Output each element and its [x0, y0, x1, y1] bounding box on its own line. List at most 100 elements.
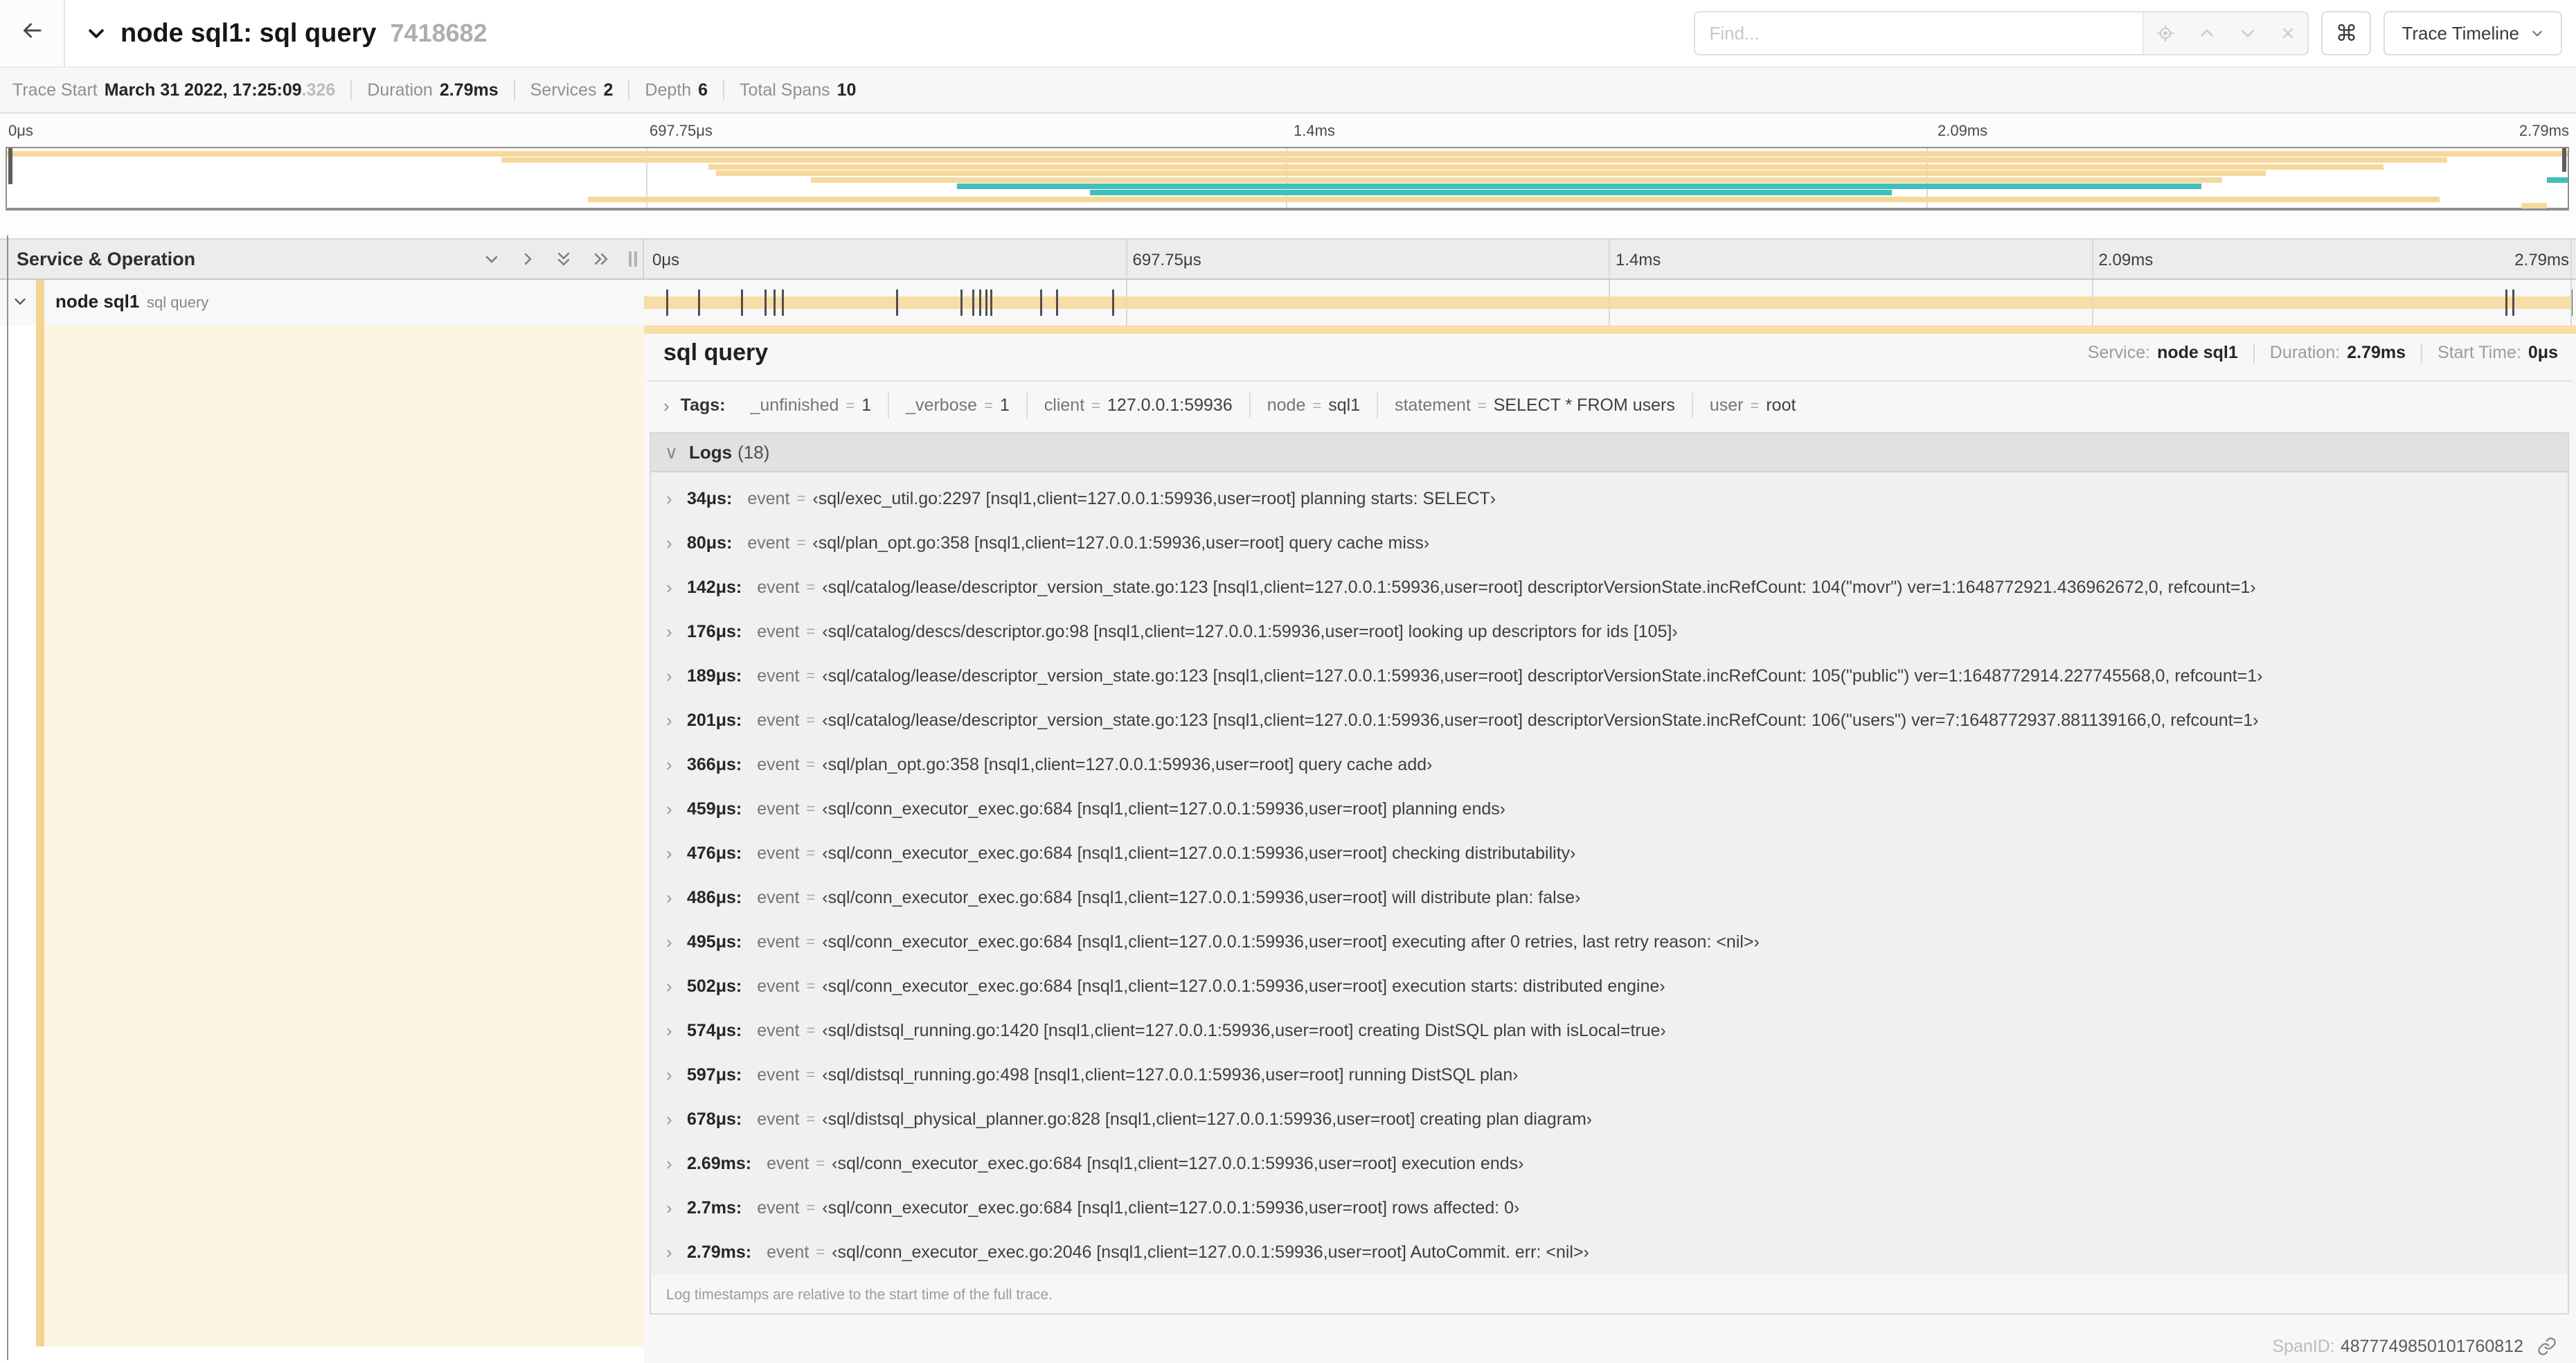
- log-marker-tick[interactable]: [972, 289, 974, 316]
- range-scrubber-left-handle[interactable]: [8, 148, 12, 184]
- log-chevron-right-icon[interactable]: ›: [666, 621, 687, 643]
- log-row[interactable]: › 678μs: event = ‹sql/distsql_physical_plann…: [651, 1097, 2568, 1141]
- log-row[interactable]: › 34μs: event = ‹sql/exec_util.go:2297 [nsql…: [651, 476, 2568, 521]
- log-row[interactable]: › 502μs: event = ‹sql/conn_executor_exec.go:…: [651, 964, 2568, 1008]
- expand-one-icon[interactable]: [519, 251, 536, 267]
- log-row[interactable]: › 2.7ms: event = ‹sql/conn_executor_exec.go:…: [651, 1186, 2568, 1230]
- tags-accordion[interactable]: › Tags: _unfinished = 1 _verbose = 1 client = 12…: [663, 393, 2572, 418]
- locate-icon[interactable]: [2156, 24, 2175, 43]
- log-field-value: ‹sql/conn_executor_exec.go:684 [nsql1,cl…: [822, 932, 1760, 952]
- log-marker-tick[interactable]: [895, 289, 898, 316]
- log-chevron-right-icon[interactable]: ›: [666, 1242, 687, 1263]
- collapse-all-icon[interactable]: [555, 249, 572, 269]
- log-marker-tick[interactable]: [960, 289, 963, 316]
- logs-chevron-down-icon[interactable]: ∨: [665, 443, 678, 461]
- log-chevron-right-icon[interactable]: ›: [666, 754, 687, 776]
- log-marker-tick[interactable]: [2505, 289, 2507, 316]
- find-next-icon[interactable]: [2239, 24, 2257, 42]
- log-chevron-right-icon[interactable]: ›: [666, 887, 687, 909]
- log-marker-tick[interactable]: [741, 289, 743, 316]
- find-prev-icon[interactable]: [2198, 24, 2216, 42]
- log-chevron-right-icon[interactable]: ›: [666, 577, 687, 598]
- service-meta-label: Service:: [2087, 343, 2151, 362]
- keyboard-shortcuts-button[interactable]: ⌘: [2321, 11, 2372, 55]
- log-marker-tick[interactable]: [985, 289, 987, 316]
- log-chevron-right-icon[interactable]: ›: [666, 488, 687, 510]
- log-marker-tick[interactable]: [1040, 289, 1042, 316]
- log-row[interactable]: › 366μs: event = ‹sql/plan_opt.go:358 [nsql1…: [651, 742, 2568, 787]
- log-field-value: ‹sql/catalog/lease/descriptor_version_st…: [822, 577, 2256, 597]
- back-button[interactable]: [0, 0, 65, 66]
- log-timestamp: 34μs:: [687, 488, 733, 508]
- log-marker-tick[interactable]: [979, 289, 981, 316]
- span-collapse-chevron-icon[interactable]: [12, 294, 28, 309]
- stat-divider: [628, 80, 630, 100]
- log-row[interactable]: › 142μs: event = ‹sql/catalog/lease/descript…: [651, 565, 2568, 609]
- minimap-canvas[interactable]: [6, 147, 2569, 211]
- link-icon[interactable]: [2537, 1337, 2557, 1356]
- log-row[interactable]: › 486μs: event = ‹sql/conn_executor_exec.go:…: [651, 875, 2568, 920]
- log-marker-tick[interactable]: [764, 289, 767, 316]
- log-timestamp: 495μs:: [687, 932, 742, 952]
- stat-label: Total Spans: [740, 80, 830, 100]
- clear-find-icon[interactable]: [2280, 25, 2296, 42]
- log-chevron-right-icon[interactable]: ›: [666, 1109, 687, 1130]
- log-marker-tick[interactable]: [782, 289, 784, 316]
- log-field-value: ‹sql/conn_executor_exec.go:684 [nsql1,cl…: [822, 843, 1576, 863]
- log-row[interactable]: › 459μs: event = ‹sql/conn_executor_exec.go:…: [651, 787, 2568, 831]
- span-duration-bar[interactable]: [644, 296, 2572, 309]
- log-chevron-right-icon[interactable]: ›: [666, 843, 687, 864]
- stat-item: Total Spans 10: [740, 80, 856, 100]
- detail-operation-title: sql query: [663, 339, 769, 366]
- log-marker-tick[interactable]: [990, 289, 992, 316]
- log-marker-tick[interactable]: [665, 289, 668, 316]
- log-row[interactable]: › 201μs: event = ‹sql/catalog/lease/descript…: [651, 698, 2568, 742]
- find-input[interactable]: [1695, 12, 2143, 54]
- log-marker-tick[interactable]: [1112, 289, 1114, 316]
- column-resizer-grip[interactable]: [629, 251, 637, 267]
- log-field-value: ‹sql/distsql_physical_planner.go:828 [ns…: [822, 1109, 1593, 1129]
- minimap-span-bar: [811, 177, 2222, 183]
- log-chevron-right-icon[interactable]: ›: [666, 1064, 687, 1086]
- log-row[interactable]: › 2.79ms: event = ‹sql/conn_executor_exec.go…: [651, 1230, 2568, 1274]
- span-row-name-cell[interactable]: node sql1 sql query: [0, 280, 644, 326]
- spanid-footer: SpanID: 4877749850101760812: [644, 1327, 2576, 1363]
- log-field-name: event: [757, 799, 800, 819]
- log-row[interactable]: › 189μs: event = ‹sql/catalog/lease/descript…: [651, 654, 2568, 698]
- log-chevron-right-icon[interactable]: ›: [666, 976, 687, 997]
- span-row-timeline-cell[interactable]: [644, 280, 2576, 326]
- log-row[interactable]: › 495μs: event = ‹sql/conn_executor_exec.go:…: [651, 920, 2568, 964]
- span-row[interactable]: node sql1 sql query: [0, 280, 2576, 326]
- log-row[interactable]: › 2.69ms: event = ‹sql/conn_executor_exec.go…: [651, 1141, 2568, 1186]
- log-marker-tick[interactable]: [698, 289, 700, 316]
- log-chevron-right-icon[interactable]: ›: [666, 1020, 687, 1042]
- log-chevron-right-icon[interactable]: ›: [666, 1153, 687, 1175]
- log-chevron-right-icon[interactable]: ›: [666, 799, 687, 820]
- log-chevron-right-icon[interactable]: ›: [666, 932, 687, 953]
- log-chevron-right-icon[interactable]: ›: [666, 666, 687, 687]
- view-mode-dropdown[interactable]: Trace Timeline: [2383, 11, 2562, 55]
- log-row[interactable]: › 176μs: event = ‹sql/catalog/descs/descript…: [651, 609, 2568, 654]
- range-scrubber-right-handle[interactable]: [2562, 148, 2566, 172]
- logs-header[interactable]: ∨ Logs (18): [651, 434, 2568, 472]
- log-chevron-right-icon[interactable]: ›: [666, 1197, 687, 1219]
- expand-all-icon[interactable]: [591, 251, 611, 267]
- tags-chevron-right-icon[interactable]: ›: [663, 397, 670, 415]
- collapse-one-icon[interactable]: [483, 251, 500, 267]
- log-timestamp: 502μs:: [687, 976, 742, 996]
- row-scroll-indicator[interactable]: [7, 235, 8, 1360]
- log-row[interactable]: › 476μs: event = ‹sql/conn_executor_exec.go:…: [651, 831, 2568, 875]
- log-marker-tick[interactable]: [773, 289, 776, 316]
- tag-key: _verbose: [906, 395, 978, 415]
- log-marker-tick[interactable]: [1056, 289, 1058, 316]
- tick-label: 697.75μs: [650, 122, 713, 139]
- log-chevron-right-icon[interactable]: ›: [666, 533, 687, 554]
- duration-meta-value: 2.79ms: [2347, 343, 2406, 362]
- log-row[interactable]: › 80μs: event = ‹sql/plan_opt.go:358 [nsql1,…: [651, 521, 2568, 565]
- grid-line: [2570, 240, 2572, 278]
- log-row[interactable]: › 597μs: event = ‹sql/distsql_running.go:498…: [651, 1053, 2568, 1097]
- log-row[interactable]: › 574μs: event = ‹sql/distsql_running.go:142…: [651, 1008, 2568, 1053]
- collapse-trace-chevron-icon[interactable]: [86, 23, 107, 44]
- log-chevron-right-icon[interactable]: ›: [666, 710, 687, 731]
- log-marker-tick[interactable]: [2512, 289, 2514, 316]
